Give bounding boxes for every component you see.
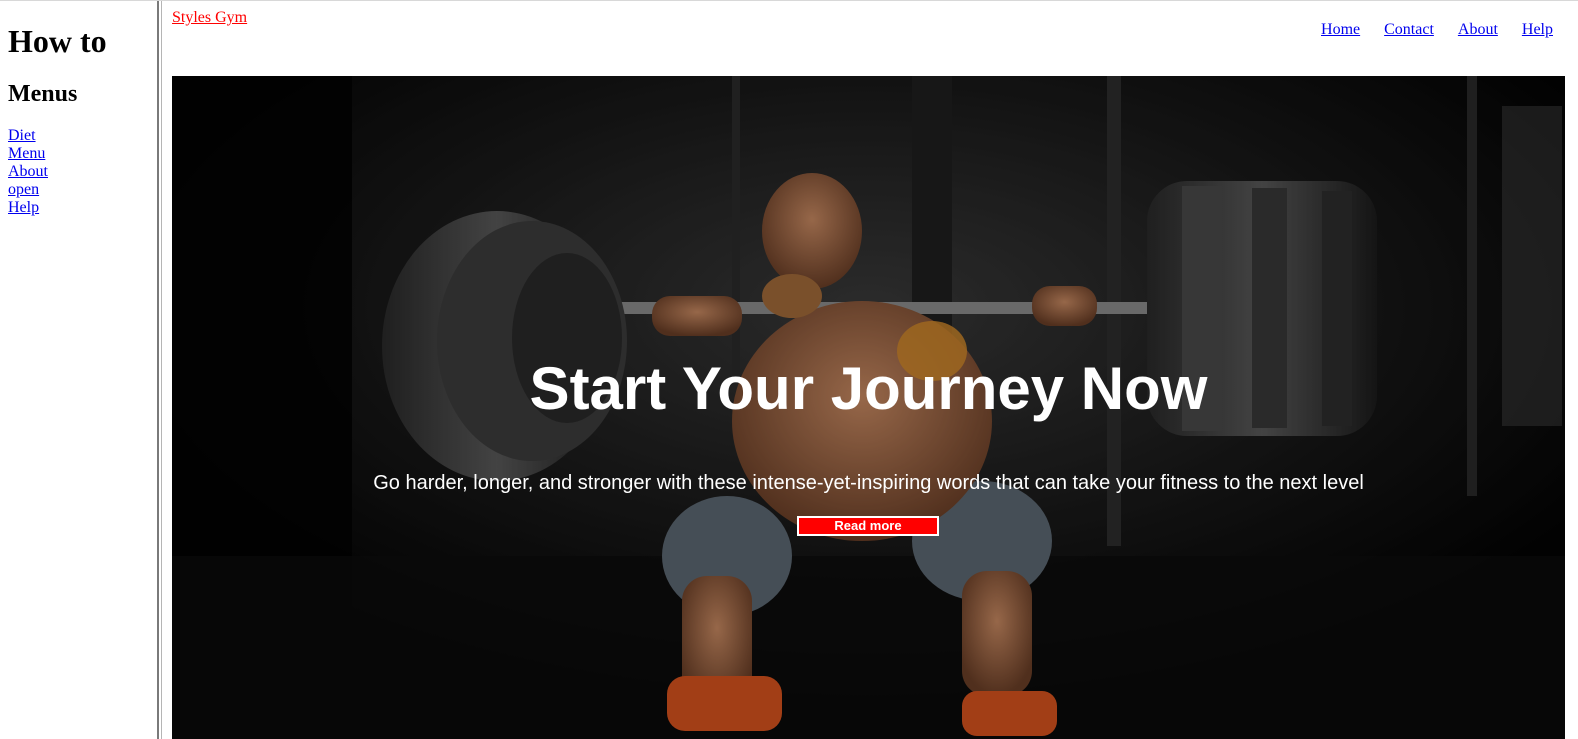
sidebar-link-diet[interactable]: Diet	[8, 127, 48, 145]
sidebar-title: How to	[8, 23, 107, 59]
frame-divider-highlight	[161, 1, 162, 739]
nav-about[interactable]: About	[1458, 21, 1498, 39]
nav-help[interactable]: Help	[1522, 21, 1553, 39]
nav-contact[interactable]: Contact	[1384, 21, 1434, 39]
sidebar-menu: Diet Menu About open Help	[8, 127, 48, 217]
hero-section: Start Your Journey Now Go harder, longer…	[172, 76, 1565, 739]
window-top-border	[0, 0, 1578, 1]
sidebar: How to Menus Diet Menu About open Help	[0, 1, 157, 739]
sidebar-link-about[interactable]: About	[8, 163, 48, 181]
sidebar-link-menu[interactable]: Menu	[8, 145, 48, 163]
sidebar-subtitle: Menus	[8, 81, 78, 107]
hero-subtitle: Go harder, longer, and stronger with the…	[373, 472, 1364, 494]
hero-title: Start Your Journey Now	[529, 355, 1208, 422]
read-more-button[interactable]: Read more	[797, 516, 939, 536]
sidebar-link-open[interactable]: open	[8, 181, 48, 199]
brand-link[interactable]: Styles Gym	[172, 9, 247, 27]
nav-home[interactable]: Home	[1321, 21, 1360, 39]
top-nav: Home Contact About Help	[1321, 21, 1553, 39]
sidebar-link-help[interactable]: Help	[8, 199, 48, 217]
frame-divider[interactable]	[157, 1, 159, 739]
